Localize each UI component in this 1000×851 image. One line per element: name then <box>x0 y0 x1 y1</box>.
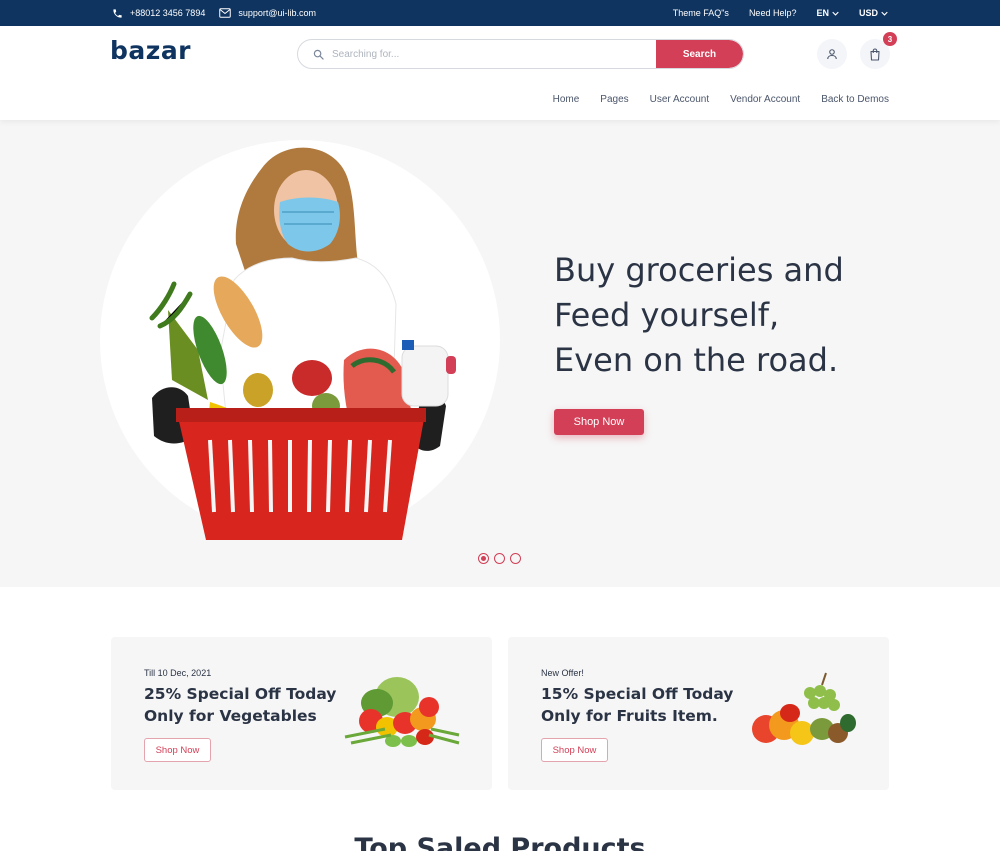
language-selector[interactable]: EN <box>816 8 839 18</box>
offer-tag: New Offer! <box>541 668 584 678</box>
search-icon <box>298 40 324 68</box>
main-navigation: Home Pages User Account Vendor Account B… <box>553 94 889 105</box>
offer-title: 25% Special Off Today Only for Vegetable… <box>144 683 354 727</box>
top-bar: +88012 3456 7894 support@ui-lib.com Them… <box>0 0 1000 26</box>
carousel-dot-2[interactable] <box>494 553 505 564</box>
email-address: support@ui-lib.com <box>238 8 316 18</box>
phone-contact[interactable]: +88012 3456 7894 <box>112 8 205 19</box>
hero-heading-line-2: Feed yourself, <box>554 296 780 334</box>
vegetables-image <box>344 677 460 747</box>
search-input[interactable] <box>324 40 656 68</box>
contact-info: +88012 3456 7894 support@ui-lib.com <box>112 0 316 26</box>
hero-shop-now-button[interactable]: Shop Now <box>554 409 644 435</box>
hero-heading-line-1: Buy groceries and <box>554 251 844 289</box>
phone-icon <box>112 8 123 19</box>
top-saled-products-heading: Top Saled Products <box>354 833 646 851</box>
user-icon <box>827 49 837 60</box>
offer-title: 15% Special Off Today Only for Fruits It… <box>541 683 751 727</box>
language-value: EN <box>816 8 829 18</box>
nav-vendor-account[interactable]: Vendor Account <box>730 94 800 105</box>
email-contact[interactable]: support@ui-lib.com <box>219 8 316 18</box>
chevron-down-icon <box>881 11 888 16</box>
top-bar-links: Theme FAQ"s Need Help? EN USD <box>673 0 888 26</box>
site-header: bazar Search 3 Home Pages User Account V… <box>0 26 1000 120</box>
nav-home[interactable]: Home <box>553 94 580 105</box>
shopping-bag-icon <box>870 48 880 61</box>
user-account-button[interactable] <box>817 39 847 69</box>
offer-title-line-2: Only for Vegetables <box>144 707 317 725</box>
carousel-dot-3[interactable] <box>510 553 521 564</box>
nav-user-account[interactable]: User Account <box>650 94 709 105</box>
carousel-indicators <box>478 553 521 564</box>
vegetables-offer-card: Till 10 Dec, 2021 25% Special Off Today … <box>111 637 492 790</box>
chevron-down-icon <box>832 11 839 16</box>
phone-number: +88012 3456 7894 <box>130 8 206 18</box>
offer-title-line-1: 25% Special Off Today <box>144 685 337 703</box>
mail-icon <box>219 8 232 18</box>
currency-value: USD <box>858 8 878 18</box>
need-help-link[interactable]: Need Help? <box>749 8 797 18</box>
hero-heading-line-3: Even on the road. <box>554 341 839 379</box>
fruits-offer-card: New Offer! 15% Special Off Today Only fo… <box>508 637 889 790</box>
fruits-image <box>752 672 856 745</box>
currency-selector[interactable]: USD <box>859 8 888 18</box>
offer-title-line-1: 15% Special Off Today <box>541 685 734 703</box>
offer-title-line-2: Only for Fruits Item. <box>541 707 718 725</box>
brand-logo[interactable]: bazar <box>110 36 191 65</box>
cart-count-badge: 3 <box>883 32 897 46</box>
carousel-dot-1[interactable] <box>478 553 489 564</box>
nav-back-to-demos[interactable]: Back to Demos <box>821 94 889 105</box>
theme-faq-link[interactable]: Theme FAQ"s <box>673 8 729 18</box>
search-button[interactable]: Search <box>656 40 743 68</box>
search-bar: Search <box>297 39 744 69</box>
cart-button[interactable]: 3 <box>860 32 897 69</box>
fruits-shop-now-button[interactable]: Shop Now <box>541 738 608 762</box>
nav-pages[interactable]: Pages <box>600 94 628 105</box>
hero-carousel: Buy groceries and Feed yourself, Even on… <box>0 120 1000 587</box>
hero-heading: Buy groceries and Feed yourself, Even on… <box>554 248 914 383</box>
hero-woman-with-grocery-basket-image <box>149 147 456 540</box>
vegetables-shop-now-button[interactable]: Shop Now <box>144 738 211 762</box>
offer-tag: Till 10 Dec, 2021 <box>144 668 212 678</box>
